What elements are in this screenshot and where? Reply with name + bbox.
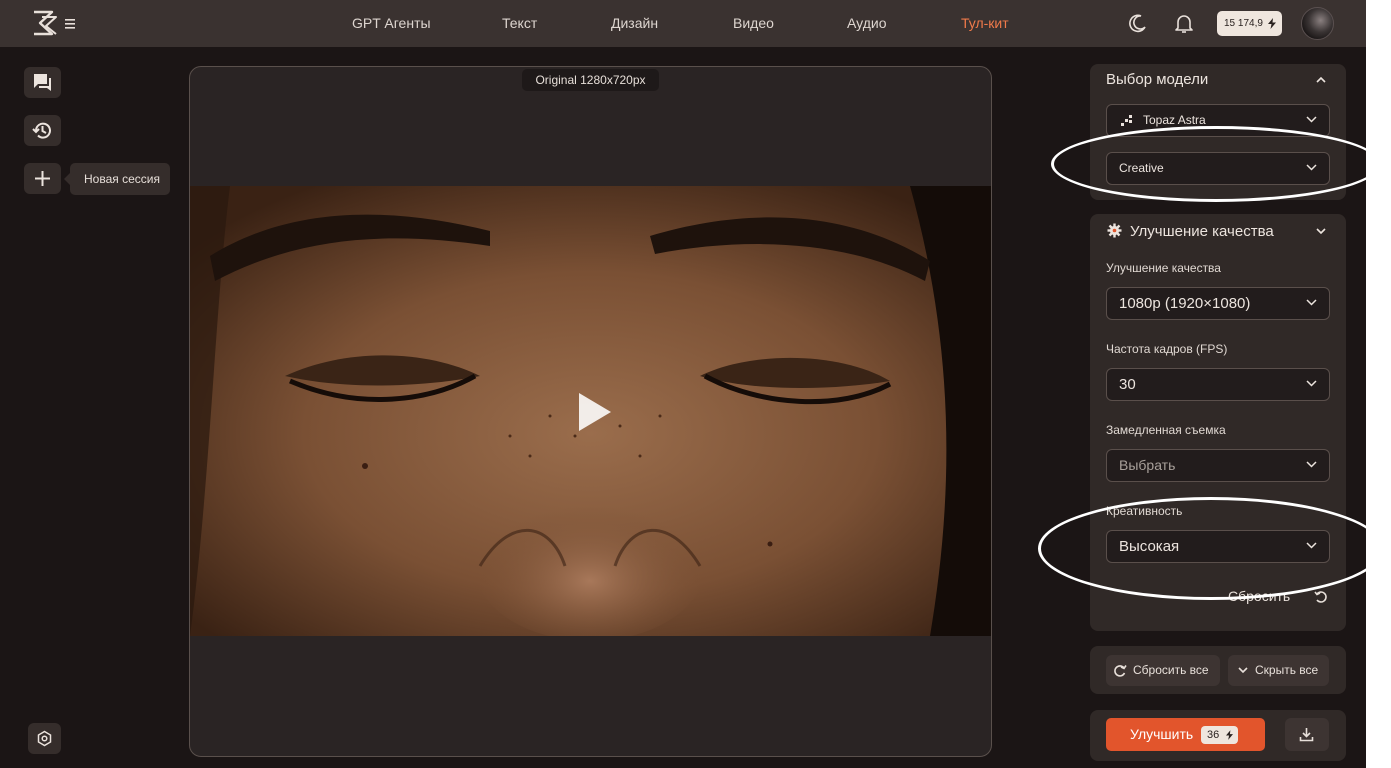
annotation-ellipse-creativity — [1038, 497, 1384, 600]
bolt-icon — [1268, 18, 1276, 29]
app-window: GPT Агенты Текст Дизайн Видео Аудио Тул-… — [0, 0, 1366, 768]
reset-icon — [1314, 591, 1327, 603]
settings-icon — [37, 730, 52, 747]
video-frame[interactable] — [190, 186, 991, 636]
improve-label: Улучшить — [1130, 726, 1194, 742]
improve-cost-badge: 36 — [1201, 726, 1238, 744]
nav-design[interactable]: Дизайн — [611, 0, 658, 47]
chevron-down-icon — [1306, 461, 1317, 468]
nav-audio[interactable]: Аудио — [847, 0, 887, 47]
history-icon — [32, 122, 51, 139]
plus-icon — [35, 171, 50, 186]
balance-badge[interactable]: 15 174,9 — [1217, 11, 1282, 36]
reset-all-button[interactable]: Сбросить все — [1106, 655, 1220, 686]
nav-video[interactable]: Видео — [733, 0, 774, 47]
chat-icon — [34, 74, 51, 91]
chevron-down-icon — [1238, 667, 1248, 674]
slowmo-select[interactable]: Выбрать — [1106, 449, 1330, 482]
slowmo-value: Выбрать — [1119, 457, 1176, 473]
new-session-tooltip: Новая сессия — [64, 163, 170, 195]
top-bar: GPT Агенты Текст Дизайн Видео Аудио Тул-… — [0, 0, 1366, 47]
download-icon — [1299, 728, 1314, 742]
fps-select[interactable]: 30 — [1106, 368, 1330, 401]
logo-icon — [34, 10, 75, 36]
settings-button[interactable] — [28, 723, 61, 754]
bell-icon[interactable] — [1172, 11, 1196, 35]
menu-icon — [65, 19, 75, 29]
bolt-icon — [1226, 730, 1233, 740]
play-icon[interactable] — [578, 392, 612, 432]
chevron-down-icon — [1306, 380, 1317, 387]
gear-icon — [1107, 223, 1122, 238]
preview-area — [189, 66, 992, 757]
improve-button[interactable]: Улучшить 36 — [1106, 718, 1265, 751]
balance-value: 15 174,9 — [1224, 18, 1263, 29]
reset-all-label: Сбросить все — [1133, 663, 1209, 677]
chevron-down-icon — [1306, 116, 1317, 123]
moon-icon[interactable] — [1126, 11, 1150, 35]
improve-cost: 36 — [1207, 729, 1220, 741]
slowmo-label: Замедленная съемка — [1106, 423, 1226, 437]
chevron-up-icon[interactable] — [1316, 76, 1326, 83]
nav-gpt-agents[interactable]: GPT Агенты — [352, 0, 431, 47]
chevron-down-icon — [1306, 299, 1317, 306]
nav-text[interactable]: Текст — [502, 0, 537, 47]
model-panel-title: Выбор модели — [1106, 71, 1209, 88]
logo[interactable] — [30, 8, 80, 38]
fps-value: 30 — [1119, 376, 1136, 393]
quality-panel-title: Улучшение качества — [1130, 223, 1274, 240]
hide-all-button[interactable]: Скрыть все — [1228, 655, 1329, 686]
nav-toolkit[interactable]: Тул-кит — [961, 0, 1009, 47]
upscale-select[interactable]: 1080p (1920×1080) — [1106, 287, 1330, 320]
upscale-label: Улучшение качества — [1106, 261, 1221, 275]
fps-label: Частота кадров (FPS) — [1106, 342, 1228, 356]
chat-button[interactable] — [24, 67, 61, 98]
history-button[interactable] — [24, 115, 61, 146]
new-session-button[interactable] — [24, 163, 61, 194]
original-size-label: Original 1280x720px — [522, 69, 659, 91]
avatar[interactable] — [1301, 7, 1334, 40]
annotation-ellipse-mode — [1051, 126, 1381, 202]
hide-all-label: Скрыть все — [1255, 663, 1319, 677]
download-button[interactable] — [1285, 718, 1329, 751]
model-icon — [1121, 115, 1132, 126]
upscale-value: 1080p (1920×1080) — [1119, 295, 1251, 312]
reset-icon — [1114, 665, 1127, 677]
chevron-down-icon[interactable] — [1316, 228, 1326, 235]
